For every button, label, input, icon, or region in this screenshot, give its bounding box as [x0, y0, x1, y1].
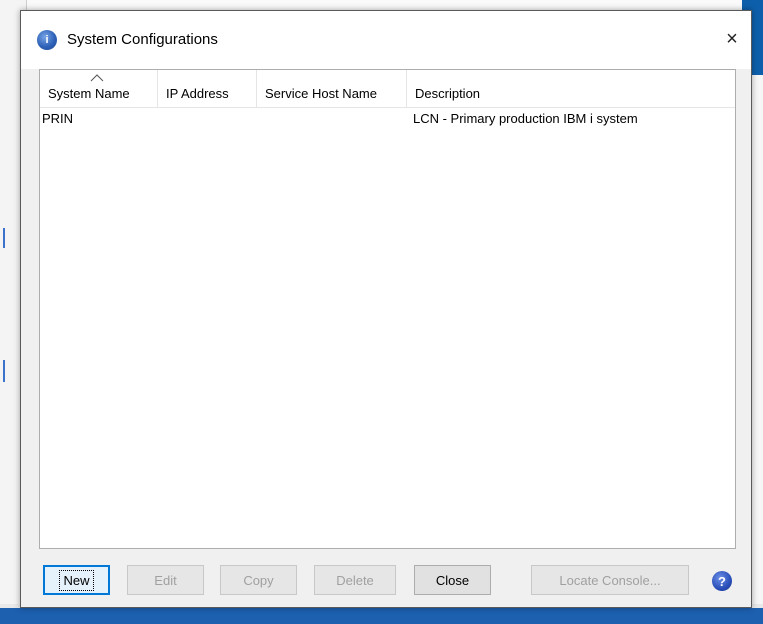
close-icon[interactable]: ×: [721, 28, 743, 50]
cell-description: LCN - Primary production IBM i system: [413, 111, 638, 126]
column-header-system-name[interactable]: System Name: [40, 70, 158, 107]
title-bar: i System Configurations ×: [21, 11, 751, 69]
system-list-table[interactable]: System Name IP Address Service Host Name…: [39, 69, 736, 549]
new-button-label: New: [59, 569, 94, 591]
table-header: System Name IP Address Service Host Name…: [40, 70, 735, 108]
close-button[interactable]: Close: [414, 565, 491, 595]
background-marker: [3, 360, 5, 382]
delete-button[interactable]: Delete: [314, 565, 396, 595]
table-row[interactable]: PRIN LCN - Primary production IBM i syst…: [40, 108, 735, 130]
help-glyph: ?: [718, 573, 726, 589]
copy-button[interactable]: Copy: [220, 565, 297, 595]
background-marker: [3, 228, 5, 248]
background-taskbar-strip: [0, 608, 763, 624]
locate-console-button[interactable]: Locate Console...: [531, 565, 689, 595]
help-icon[interactable]: ?: [712, 571, 732, 591]
column-label: IP Address: [166, 86, 229, 101]
cell-system-name: PRIN: [42, 111, 74, 126]
new-button[interactable]: New: [43, 565, 110, 595]
info-icon: i: [37, 30, 57, 50]
column-header-ip-address[interactable]: IP Address: [158, 70, 257, 107]
column-header-service-host-name[interactable]: Service Host Name: [257, 70, 407, 107]
column-label: Service Host Name: [265, 86, 377, 101]
column-label: System Name: [48, 86, 130, 101]
column-header-description[interactable]: Description: [407, 70, 735, 107]
system-configurations-dialog: i System Configurations × System Name IP…: [20, 10, 752, 608]
dialog-title: System Configurations: [67, 31, 218, 48]
column-label: Description: [415, 86, 481, 101]
edit-button[interactable]: Edit: [127, 565, 204, 595]
sort-ascending-icon: [90, 74, 104, 82]
